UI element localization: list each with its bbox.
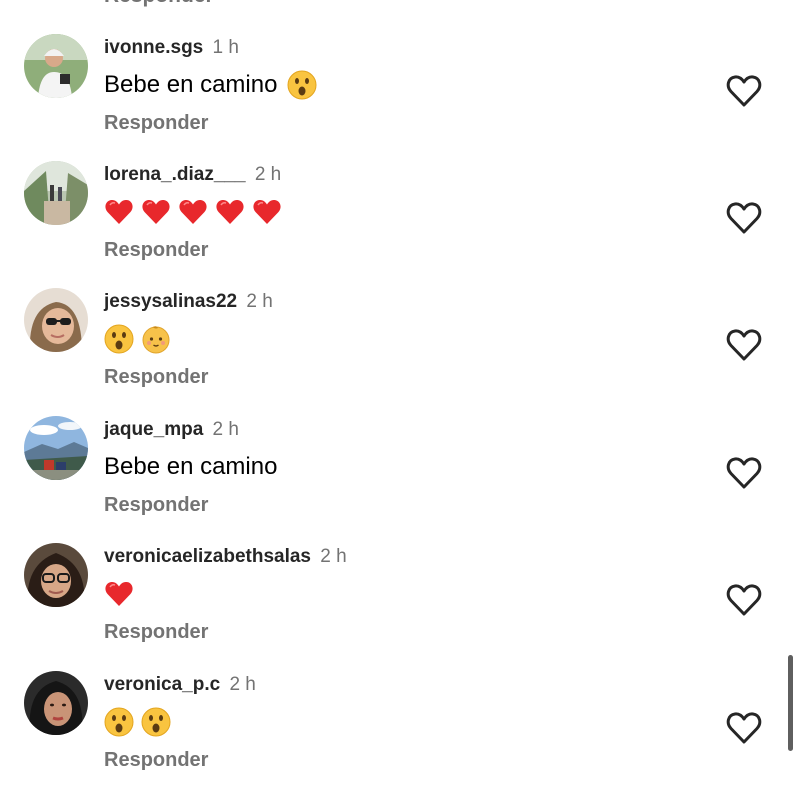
scrollbar[interactable] [788, 655, 793, 751]
heart-icon[interactable] [726, 328, 762, 362]
username[interactable]: jessysalinas22 [104, 291, 237, 312]
baby-face-icon [141, 324, 171, 354]
username[interactable]: lorena_.diaz___ [104, 164, 246, 185]
heart-icon[interactable] [726, 711, 762, 745]
username[interactable]: jaque_mpa [104, 419, 203, 440]
comment-text [104, 703, 178, 741]
comment-meta: veronica_p.c 2 h [104, 673, 256, 697]
avatar[interactable] [24, 34, 88, 98]
heart-icon[interactable] [726, 583, 762, 617]
reply-button[interactable]: Responder [104, 494, 208, 517]
username[interactable]: veronicaelizabethsalas [104, 546, 311, 567]
username[interactable]: veronica_p.c [104, 674, 220, 695]
red-heart-icon [215, 197, 245, 227]
timestamp: 2 h [246, 291, 273, 312]
comment-item: veronica_p.c 2 h Responder [0, 671, 800, 794]
comment-text [104, 193, 289, 231]
reply-button[interactable]: Responder [104, 112, 208, 135]
astonished-face-icon [104, 324, 134, 354]
comment-body-text: Bebe en camino [104, 71, 278, 98]
comment-meta: ivonne.sgs 1 h [104, 36, 239, 60]
heart-icon[interactable] [726, 201, 762, 235]
astonished-face-icon [141, 707, 171, 737]
timestamp: 2 h [320, 546, 347, 567]
comment-text: Bebe en camino [104, 448, 287, 486]
comment-text: Bebe en camino [104, 66, 324, 104]
timestamp: 1 h [212, 37, 239, 58]
red-heart-icon [104, 197, 134, 227]
red-heart-icon [252, 197, 282, 227]
heart-icon[interactable] [726, 74, 762, 108]
comments-page: Responder ivonne.sgs 1 h Bebe en camino … [0, 0, 800, 794]
comment-meta: jessysalinas22 2 h [104, 290, 273, 314]
comment-meta: veronicaelizabethsalas 2 h [104, 545, 347, 569]
comment-item: jaque_mpa 2 h Bebe en camino Responder [0, 416, 800, 543]
comment-text [104, 320, 178, 358]
red-heart-icon [141, 197, 171, 227]
avatar[interactable] [24, 543, 88, 607]
heart-icon[interactable] [726, 456, 762, 490]
comment-item: lorena_.diaz___ 2 h Responder [0, 161, 800, 288]
comment-item: ivonne.sgs 1 h Bebe en camino Responder [0, 34, 800, 161]
astonished-face-icon [287, 70, 317, 100]
reply-button[interactable]: Responder [104, 239, 208, 262]
timestamp: 2 h [254, 164, 282, 185]
reply-button[interactable]: Responder [104, 366, 208, 389]
comment-meta: jaque_mpa 2 h [104, 418, 239, 442]
avatar[interactable] [24, 416, 88, 480]
avatar[interactable] [24, 161, 88, 225]
comment-body-text: Bebe en camino [104, 453, 278, 480]
astonished-face-icon [104, 707, 134, 737]
comment-meta: lorena_.diaz___ 2 h [104, 163, 281, 187]
comment-item: veronicaelizabethsalas 2 h Responder [0, 543, 800, 670]
avatar[interactable] [24, 288, 88, 352]
comment-item: jessysalinas22 2 h Responder [0, 288, 800, 415]
comment-text [104, 575, 141, 613]
timestamp: 2 h [229, 674, 256, 695]
reply-button[interactable]: Responder [104, 749, 208, 772]
reply-button[interactable]: Responder [104, 621, 208, 644]
username[interactable]: ivonne.sgs [104, 37, 203, 58]
avatar[interactable] [24, 671, 88, 735]
red-heart-icon [178, 197, 208, 227]
timestamp: 2 h [212, 419, 239, 440]
reply-button-partial[interactable]: Responder [104, 0, 214, 8]
red-heart-icon [104, 579, 134, 609]
